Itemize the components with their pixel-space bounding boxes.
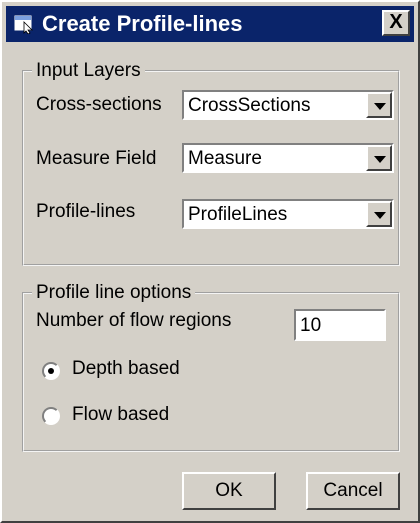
profile-lines-label: Profile-lines: [36, 201, 136, 222]
input-layers-legend: Input Layers: [36, 60, 141, 81]
profile-lines-value: ProfileLines: [188, 204, 288, 225]
flow-regions-label: Number of flow regions: [36, 310, 232, 331]
chevron-down-icon: [374, 212, 386, 219]
title-bar[interactable]: Create Profile-lines X: [6, 6, 414, 42]
measure-field-label: Measure Field: [36, 148, 157, 169]
close-button[interactable]: X: [382, 10, 410, 36]
flow-based-radio[interactable]: [42, 407, 60, 425]
measure-field-combo[interactable]: Measure: [182, 143, 394, 173]
chevron-down-icon: [374, 156, 386, 163]
window-title: Create Profile-lines: [42, 11, 243, 36]
flow-based-label[interactable]: Flow based: [72, 404, 169, 426]
flow-regions-value: 10: [300, 315, 322, 336]
depth-based-radio[interactable]: [42, 362, 60, 380]
depth-based-label[interactable]: Depth based: [72, 358, 180, 380]
profile-lines-combo[interactable]: ProfileLines: [182, 199, 394, 229]
cross-sections-label: Cross-sections: [36, 94, 162, 115]
ok-button[interactable]: OK: [182, 472, 276, 510]
radio-selected-dot: [48, 368, 54, 374]
create-profile-lines-dialog: Create Profile-lines X Input Layers Cros…: [0, 0, 420, 523]
chevron-down-icon: [374, 103, 386, 110]
cross-sections-dropdown-button[interactable]: [366, 92, 392, 118]
profile-line-options-legend: Profile line options: [36, 282, 192, 303]
app-window-icon: [14, 15, 33, 34]
cross-sections-value: CrossSections: [188, 95, 311, 116]
cancel-button[interactable]: Cancel: [306, 472, 400, 510]
flow-regions-input[interactable]: 10: [294, 309, 386, 341]
measure-field-dropdown-button[interactable]: [366, 145, 392, 171]
cross-sections-combo[interactable]: CrossSections: [182, 90, 394, 120]
measure-field-value: Measure: [188, 148, 262, 169]
profile-lines-dropdown-button[interactable]: [366, 201, 392, 227]
